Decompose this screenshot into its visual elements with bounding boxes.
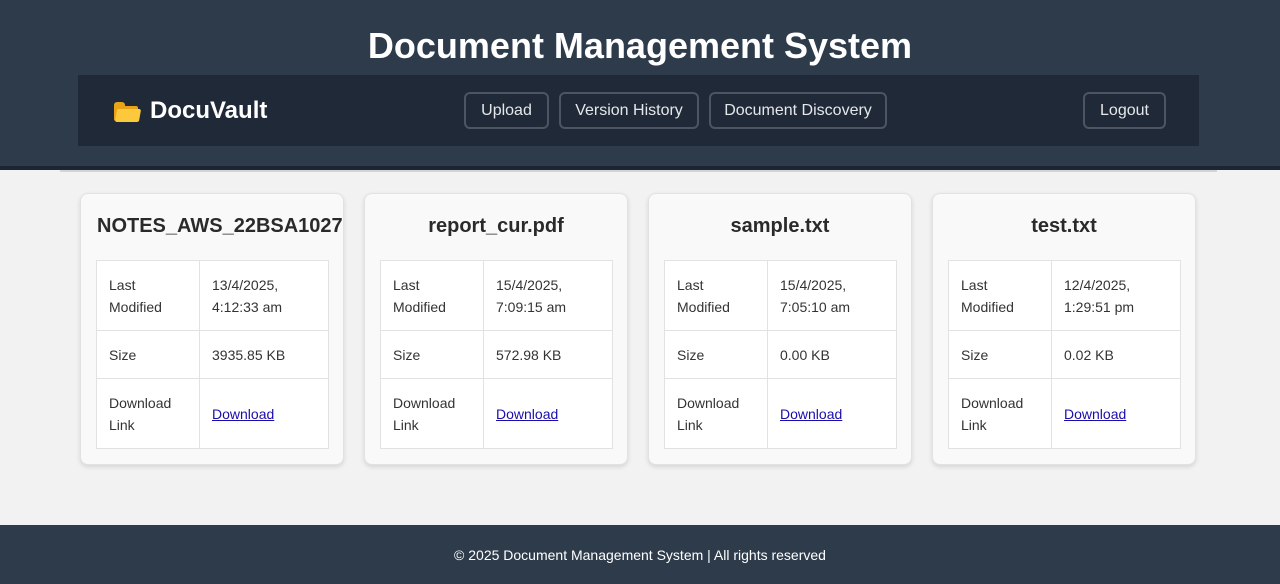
- file-card: report_cur.pdf Last Modified 15/4/2025, …: [364, 193, 628, 465]
- last-modified-label: Last Modified: [664, 260, 768, 331]
- file-name: report_cur.pdf: [428, 215, 564, 237]
- brand[interactable]: DocuVault: [114, 97, 267, 125]
- download-cell: Download: [767, 378, 897, 449]
- last-modified-value: 15/4/2025, 7:09:15 am: [483, 260, 613, 331]
- last-modified-label: Last Modified: [948, 260, 1052, 331]
- size-value: 0.00 KB: [767, 330, 897, 379]
- file-name: test.txt: [1031, 215, 1097, 237]
- download-link[interactable]: Download: [1064, 406, 1126, 422]
- file-card: test.txt Last Modified 12/4/2025, 1:29:5…: [932, 193, 1196, 465]
- download-link-label: Download Link: [948, 378, 1052, 449]
- file-info-table: Last Modified 15/4/2025, 7:05:10 am Size…: [664, 260, 897, 449]
- file-name: sample.txt: [730, 215, 830, 237]
- file-card: NOTES_AWS_22BSA10275.pdf Last Modified 1…: [80, 193, 344, 465]
- last-modified-value: 12/4/2025, 1:29:51 pm: [1051, 260, 1181, 331]
- page-title: Document Management System: [367, 25, 913, 66]
- size-label: Size: [380, 330, 484, 379]
- footer: © 2025 Document Management System | All …: [0, 525, 1280, 584]
- download-cell: Download: [1051, 378, 1181, 449]
- download-link-label: Download Link: [664, 378, 768, 449]
- size-label: Size: [96, 330, 200, 379]
- file-name: NOTES_AWS_22BSA10275.pdf: [97, 215, 343, 237]
- size-label: Size: [948, 330, 1052, 379]
- content-divider: [60, 170, 1217, 172]
- footer-text: © 2025 Document Management System | All …: [454, 546, 826, 563]
- brand-name: DocuVault: [150, 97, 268, 124]
- download-link[interactable]: Download: [780, 406, 842, 422]
- size-value: 3935.85 KB: [199, 330, 329, 379]
- last-modified-label: Last Modified: [380, 260, 484, 331]
- size-label: Size: [664, 330, 768, 379]
- last-modified-label: Last Modified: [96, 260, 200, 331]
- download-cell: Download: [483, 378, 613, 449]
- folder-icon: [114, 100, 142, 122]
- file-info-table: Last Modified 15/4/2025, 7:09:15 am Size…: [380, 260, 613, 449]
- document-discovery-button[interactable]: Document Discovery: [709, 92, 887, 129]
- file-card: sample.txt Last Modified 15/4/2025, 7:05…: [648, 193, 912, 465]
- last-modified-value: 13/4/2025, 4:12:33 am: [199, 260, 329, 331]
- download-cell: Download: [199, 378, 329, 449]
- upload-button[interactable]: Upload: [464, 92, 549, 129]
- download-link-label: Download Link: [380, 378, 484, 449]
- last-modified-value: 15/4/2025, 7:05:10 am: [767, 260, 897, 331]
- size-value: 572.98 KB: [483, 330, 613, 379]
- download-link-label: Download Link: [96, 378, 200, 449]
- download-link[interactable]: Download: [212, 406, 274, 422]
- logout-button[interactable]: Logout: [1083, 92, 1166, 129]
- version-history-button[interactable]: Version History: [559, 92, 699, 129]
- file-info-table: Last Modified 13/4/2025, 4:12:33 am Size…: [96, 260, 329, 449]
- file-info-table: Last Modified 12/4/2025, 1:29:51 pm Size…: [948, 260, 1181, 449]
- size-value: 0.02 KB: [1051, 330, 1181, 379]
- download-link[interactable]: Download: [496, 406, 558, 422]
- navbar: DocuVault Upload Version History Documen…: [78, 75, 1199, 146]
